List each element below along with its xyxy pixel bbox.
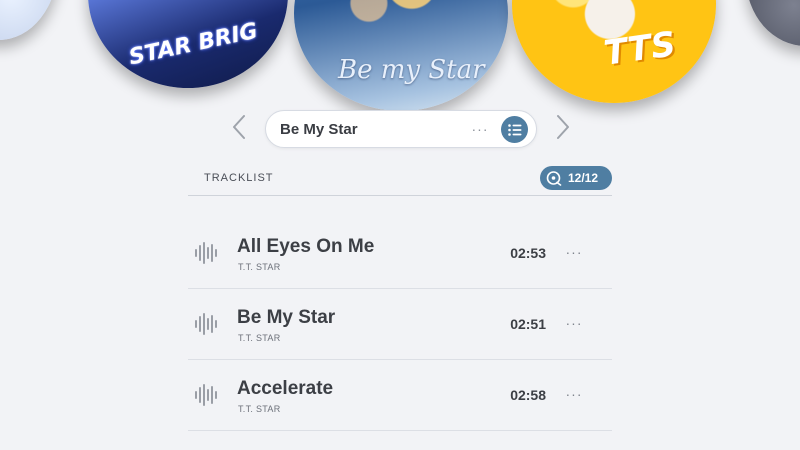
album-disc-left[interactable]: STAR BRIG [88, 0, 288, 88]
tracklist-toggle-button[interactable] [501, 116, 528, 143]
track-row[interactable]: All Eyes On Me T.T. STAR 02:53 ··· [188, 218, 612, 289]
track-artist: T.T. STAR [238, 333, 281, 343]
track-list: All Eyes On Me T.T. STAR 02:53 ··· Be My… [188, 218, 612, 431]
album-title: Be My Star [280, 121, 358, 138]
chevron-right-icon [557, 115, 569, 139]
album-art-logo: STAR BRIG [126, 18, 260, 71]
album-disc-far-right[interactable] [746, 0, 800, 46]
album-disc-current[interactable]: Be my Star [294, 0, 508, 111]
track-duration: 02:58 [510, 387, 546, 403]
disc-icon [546, 171, 562, 186]
track-artist: T.T. STAR [238, 404, 281, 414]
track-count-badge: 12/12 [540, 166, 612, 190]
album-disc-right[interactable]: TTS [512, 0, 716, 103]
album-art-logo: TTS [601, 24, 679, 74]
track-title: Be My Star [237, 307, 336, 328]
next-album-button[interactable] [551, 112, 575, 142]
track-title: All Eyes On Me [237, 236, 375, 257]
track-duration: 02:51 [510, 316, 546, 332]
waveform-icon [195, 384, 217, 406]
track-title: Accelerate [237, 378, 334, 399]
track-row[interactable]: Accelerate T.T. STAR 02:58 ··· [188, 360, 612, 431]
previous-album-button[interactable] [227, 112, 251, 142]
tracklist-divider [188, 195, 612, 196]
waveform-icon [195, 313, 217, 335]
album-more-button[interactable]: ··· [466, 117, 494, 141]
track-duration: 02:53 [510, 245, 546, 261]
album-selector[interactable]: Be My Star ··· [265, 110, 537, 148]
tracklist-heading: TRACKLIST [204, 172, 274, 184]
music-app: STAR BRIG Be my Star TTS Be My Star ··· [0, 0, 800, 450]
album-disc-far-left[interactable] [0, 0, 58, 40]
chevron-left-icon [233, 115, 245, 139]
track-row[interactable]: Be My Star T.T. STAR 02:51 ··· [188, 289, 612, 360]
track-more-button[interactable]: ··· [562, 242, 586, 262]
track-artist: T.T. STAR [238, 262, 281, 272]
list-icon [507, 123, 521, 136]
album-art-logo: Be my Star [338, 55, 485, 85]
track-more-button[interactable]: ··· [562, 313, 586, 333]
track-count: 12/12 [568, 171, 599, 185]
track-more-button[interactable]: ··· [562, 384, 586, 404]
waveform-icon [195, 242, 217, 264]
